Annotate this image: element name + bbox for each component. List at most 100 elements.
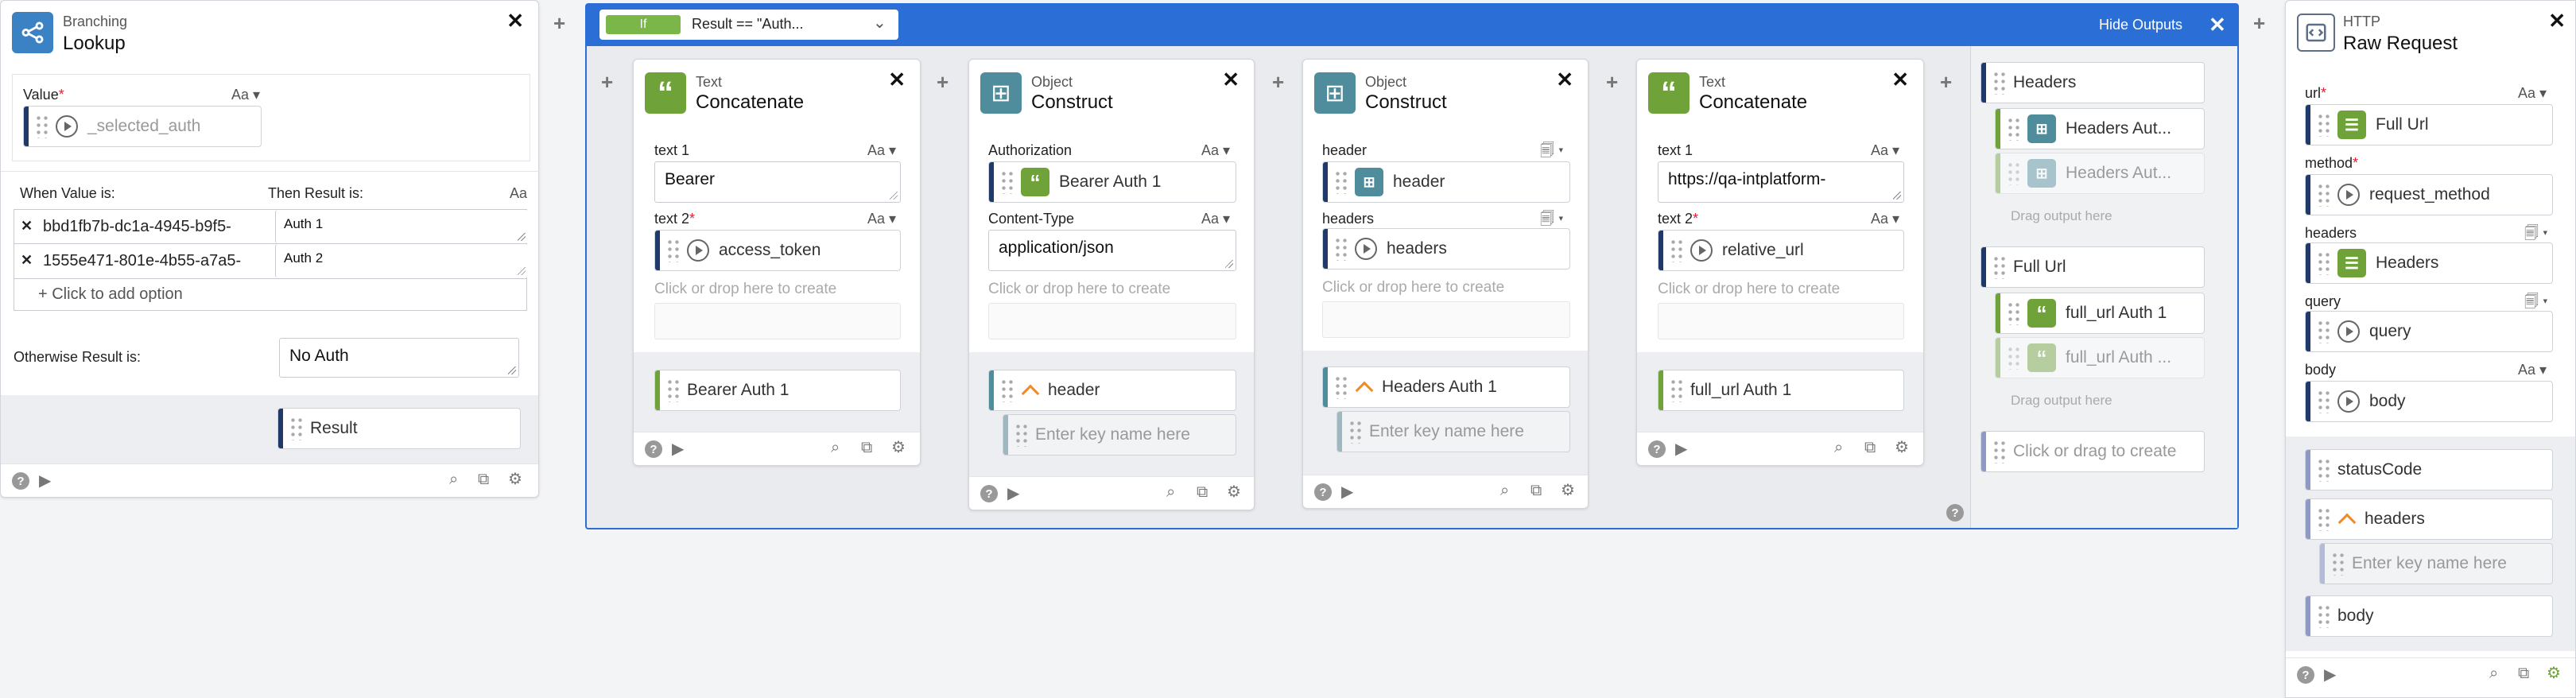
otherwise-input[interactable]: No Auth	[279, 338, 519, 378]
help-icon[interactable]: ?	[1648, 440, 1666, 458]
close-button[interactable]: ✕	[1222, 69, 1240, 90]
then-input[interactable]: Auth 2	[275, 244, 528, 277]
condition-select[interactable]: If Result == "Auth... ⌄	[599, 10, 898, 40]
type-select[interactable]: Aa ▾	[1201, 211, 1230, 227]
drag-handle-icon[interactable]	[2007, 161, 2021, 185]
run-icon[interactable]: ▶	[2324, 665, 2336, 684]
add-step-icon[interactable]: +	[2253, 11, 2265, 36]
gear-icon[interactable]: ⚙	[891, 437, 906, 457]
remove-row-icon[interactable]: ✕	[21, 218, 33, 235]
drag-handle-icon[interactable]	[1348, 420, 1363, 444]
drag-handle-icon[interactable]	[1334, 237, 1348, 261]
drag-handle-icon[interactable]	[2317, 183, 2331, 207]
run-icon[interactable]: ▶	[672, 439, 684, 459]
output-item[interactable]: “ full_url Auth ...	[1995, 337, 2205, 378]
when-input[interactable]: bbd1fb7b-dc1a-4945-b9f5-	[43, 218, 274, 236]
gear-icon[interactable]: ⚙	[1227, 482, 1241, 502]
type-select[interactable]: Aa ▾	[2518, 362, 2547, 378]
drag-handle-icon[interactable]	[2007, 301, 2021, 325]
drag-handle-icon[interactable]	[1014, 423, 1029, 447]
search-icon[interactable]: ⌕	[1834, 439, 1843, 457]
drop-zone[interactable]	[988, 303, 1236, 339]
drag-handle-icon[interactable]	[35, 114, 49, 138]
output-group-full-url[interactable]: Full Url	[1980, 246, 2205, 288]
copy-icon[interactable]: ⧉	[1530, 482, 1542, 500]
drag-handle-icon[interactable]	[2007, 117, 2021, 141]
text2-input[interactable]: access_token	[654, 230, 901, 271]
help-icon[interactable]: ?	[645, 440, 662, 458]
drag-handle-icon[interactable]	[2317, 113, 2331, 137]
output-pill[interactable]: Result	[277, 408, 521, 449]
add-step-icon[interactable]: +	[601, 70, 613, 95]
drag-handle-icon[interactable]	[2317, 604, 2331, 628]
drag-handle-icon[interactable]	[1992, 255, 2007, 279]
value-input[interactable]: _selected_auth	[23, 106, 262, 147]
help-icon[interactable]: ?	[980, 485, 998, 502]
output-item[interactable]: “ full_url Auth 1	[1995, 293, 2205, 334]
key-name-input[interactable]: Enter key name here	[1336, 411, 1570, 452]
drop-zone[interactable]	[1322, 301, 1570, 338]
drag-handle-icon[interactable]	[2317, 320, 2331, 343]
output-item[interactable]: ⊞ Headers Aut...	[1995, 108, 2205, 149]
search-icon[interactable]: ⌕	[449, 471, 458, 489]
drop-zone[interactable]	[654, 303, 901, 339]
output-headers[interactable]: headers	[2305, 498, 2553, 540]
copy-icon[interactable]: ⧉	[1197, 483, 1208, 502]
url-input[interactable]: ☰ Full Url	[2305, 104, 2553, 145]
drag-handle-icon[interactable]	[1670, 378, 1684, 402]
authorization-input[interactable]: “ Bearer Auth 1	[988, 161, 1236, 203]
gear-icon[interactable]: ⚙	[1895, 437, 1909, 457]
drag-handle-icon[interactable]	[1992, 71, 2007, 95]
search-icon[interactable]: ⌕	[2489, 665, 2498, 683]
drag-handle-icon[interactable]	[1334, 375, 1348, 399]
gear-icon[interactable]: ⚙	[2547, 663, 2561, 683]
gear-icon[interactable]: ⚙	[1561, 480, 1575, 500]
type-select[interactable]: Aa ▾	[2518, 85, 2547, 102]
drag-handle-icon[interactable]	[2317, 390, 2331, 413]
chevron-up-icon[interactable]	[2337, 513, 2357, 532]
text2-input[interactable]: relative_url	[1658, 230, 1904, 271]
close-icon[interactable]: ✕	[2209, 13, 2226, 37]
content-type-input[interactable]: application/json	[988, 230, 1236, 271]
add-step-icon[interactable]: +	[553, 11, 565, 36]
method-input[interactable]: request_method	[2305, 174, 2553, 215]
output-status-code[interactable]: statusCode	[2305, 449, 2553, 491]
copy-icon[interactable]: ⧉	[2518, 665, 2529, 683]
type-select[interactable]: Aa ▾	[867, 211, 896, 227]
create-hint[interactable]: Click or drop here to create	[1658, 281, 1840, 298]
remove-row-icon[interactable]: ✕	[21, 252, 33, 269]
gear-icon[interactable]: ⚙	[508, 469, 522, 489]
search-icon[interactable]: ⌕	[1166, 483, 1175, 502]
output-group-headers[interactable]: Headers	[1980, 62, 2205, 103]
search-icon[interactable]: ⌕	[1500, 482, 1509, 500]
output-body[interactable]: body	[2305, 595, 2553, 637]
help-icon[interactable]: ?	[2297, 666, 2314, 684]
run-icon[interactable]: ▶	[1007, 483, 1019, 503]
text1-input[interactable]: https://qa-intplatform-	[1658, 161, 1904, 203]
add-option-button[interactable]: + Click to add option	[14, 279, 527, 311]
copy-icon[interactable]: ⧉	[478, 471, 489, 489]
create-output-button[interactable]: Click or drag to create	[1980, 431, 2205, 472]
drag-handle-icon[interactable]	[666, 238, 681, 262]
type-select[interactable]: Aa ▾	[231, 87, 260, 103]
drag-handle-icon[interactable]	[2007, 346, 2021, 370]
add-step-icon[interactable]: +	[1940, 70, 1952, 95]
close-button[interactable]: ✕	[1891, 69, 1909, 90]
drag-handle-icon[interactable]	[289, 417, 304, 440]
then-input[interactable]: Auth 1	[275, 210, 528, 243]
key-name-input[interactable]: Enter key name here	[1003, 414, 1236, 456]
drag-handle-icon[interactable]	[1670, 238, 1684, 262]
add-step-icon[interactable]: +	[937, 70, 949, 95]
text1-input[interactable]: Bearer	[654, 161, 901, 203]
type-select[interactable]: Aa ▾	[867, 142, 896, 159]
run-icon[interactable]: ▶	[1675, 439, 1687, 459]
close-button[interactable]: ✕	[1556, 69, 1573, 90]
drag-handle-icon[interactable]	[2331, 552, 2345, 576]
key-name-input[interactable]: Enter key name here	[2319, 543, 2553, 584]
create-hint[interactable]: Click or drop here to create	[1322, 279, 1504, 297]
close-button[interactable]: ✕	[506, 10, 524, 31]
drag-handle-icon[interactable]	[1000, 170, 1014, 194]
drag-handle-icon[interactable]	[2317, 507, 2331, 531]
when-input[interactable]: 1555e471-801e-4b55-a7a5-	[43, 252, 274, 270]
chevron-up-icon[interactable]	[1021, 384, 1040, 403]
